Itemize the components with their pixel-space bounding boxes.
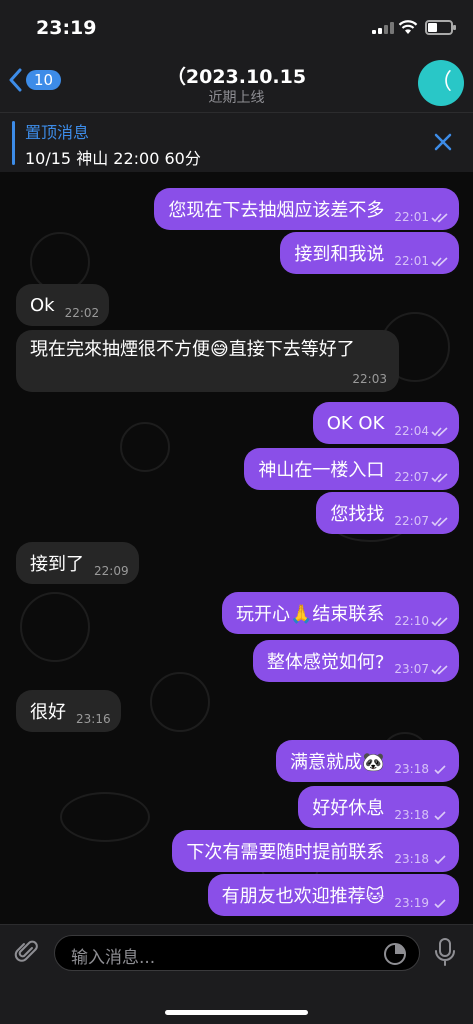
wifi-icon <box>398 20 418 34</box>
message-time: 22:01 <box>394 210 429 224</box>
double-check-icon <box>431 616 448 626</box>
microphone-icon[interactable] <box>434 937 456 967</box>
outgoing-message[interactable]: 满意就成🐼 23:18 <box>275 740 459 782</box>
pinned-indicator <box>12 121 15 165</box>
status-bar: 23:19 <box>0 0 473 54</box>
message-time: 22:03 <box>352 372 387 386</box>
message-meta: 23:19 <box>394 896 449 910</box>
chevron-left-icon <box>9 68 22 92</box>
outgoing-message[interactable]: 下次有需要随时提前联系 23:18 <box>172 830 459 872</box>
outgoing-message[interactable]: 神山在一楼入口 22:07 <box>244 448 459 490</box>
outgoing-message[interactable]: OK OK 22:04 <box>312 402 459 444</box>
cellular-signal-icon <box>372 22 394 34</box>
clock: 23:19 <box>36 17 97 39</box>
message-text: 現在完來抽煙很不方便😅直接下去等好了 <box>30 339 355 360</box>
last-seen-status: 近期上线 <box>208 90 265 106</box>
message-time: 22:07 <box>394 514 429 528</box>
message-time: 23:19 <box>394 896 429 910</box>
incoming-message[interactable]: 很好 23:16 <box>16 690 121 732</box>
chat-title[interactable]: （2023.10.15 <box>0 62 473 89</box>
chat-header: （2023.10.15 近期上线 10 （ <box>0 54 473 112</box>
check-icon <box>434 898 446 908</box>
message-time: 22:04 <box>394 424 429 438</box>
incoming-message[interactable]: 接到了 22:09 <box>16 542 139 584</box>
message-input-placeholder: 输入消息... <box>71 948 156 968</box>
message-text: 接到了 <box>30 554 84 575</box>
back-button[interactable]: 10 <box>8 68 62 92</box>
message-meta: 22:07 <box>394 514 449 528</box>
chat-background: 您现在下去抽烟应该差不多 22:01 接到和我说 22:01 Ok 22:02 … <box>0 172 473 924</box>
outgoing-message[interactable]: 您找找 22:07 <box>316 492 459 534</box>
message-meta: 22:04 <box>394 424 449 438</box>
message-time: 22:01 <box>394 254 429 268</box>
close-icon[interactable] <box>432 131 454 153</box>
home-indicator <box>165 1010 308 1015</box>
message-text: Ok <box>30 294 55 316</box>
outgoing-message[interactable]: 您现在下去抽烟应该差不多 22:01 <box>154 188 459 230</box>
attachment-icon[interactable] <box>14 939 40 965</box>
message-time: 23:16 <box>76 712 111 726</box>
message-text: 玩开心🙏结束联系 <box>235 604 385 625</box>
message-time: 23:18 <box>394 808 429 822</box>
outgoing-message[interactable]: 好好休息 23:18 <box>298 786 459 828</box>
message-text: 神山在一楼入口 <box>258 460 385 481</box>
message-text: 有朋友也欢迎推荐🐱 <box>221 886 385 907</box>
message-text: 好好休息 <box>312 798 385 819</box>
message-text: 您找找 <box>330 504 385 525</box>
message-meta: 22:01 <box>394 210 449 224</box>
pinned-message[interactable]: 置顶消息 10/15 神山 22:00 60分 <box>0 112 473 172</box>
message-time: 22:09 <box>94 564 129 578</box>
message-time: 22:02 <box>64 306 100 320</box>
outgoing-message[interactable]: 有朋友也欢迎推荐🐱 23:19 <box>207 874 459 916</box>
message-time: 22:10 <box>394 614 429 628</box>
message-meta: 22:07 <box>394 470 449 484</box>
message-text: 下次有需要随时提前联系 <box>186 842 385 863</box>
battery-icon <box>425 20 456 35</box>
message-composer: 输入消息... <box>0 924 473 1024</box>
message-text: OK OK <box>326 412 385 434</box>
message-meta: 23:18 <box>394 852 449 866</box>
double-check-icon <box>431 212 448 222</box>
check-icon <box>434 764 446 774</box>
message-text: 您现在下去抽烟应该差不多 <box>168 200 385 221</box>
outgoing-message[interactable]: 接到和我说 22:01 <box>280 232 459 274</box>
message-text: 接到和我说 <box>294 244 385 265</box>
incoming-message[interactable]: Ok 22:02 <box>16 284 110 326</box>
unread-count-badge: 10 <box>26 70 62 90</box>
avatar[interactable]: （ <box>418 60 464 106</box>
double-check-icon <box>431 426 448 436</box>
outgoing-message[interactable]: 整体感觉如何? 23:07 <box>252 640 459 682</box>
message-meta: 23:07 <box>394 662 449 676</box>
check-icon <box>434 810 446 820</box>
message-time: 22:07 <box>394 470 429 484</box>
double-check-icon <box>431 256 448 266</box>
message-time: 23:07 <box>394 662 429 676</box>
check-icon <box>434 854 446 864</box>
double-check-icon <box>431 472 448 482</box>
message-time: 23:18 <box>394 762 429 776</box>
message-input[interactable]: 输入消息... <box>54 935 420 971</box>
incoming-message[interactable]: 現在完來抽煙很不方便😅直接下去等好了 22:03 <box>16 330 399 392</box>
pinned-text: 10/15 神山 22:00 60分 <box>25 149 201 168</box>
message-time: 23:18 <box>394 852 429 866</box>
message-meta: 22:01 <box>394 254 449 268</box>
outgoing-message[interactable]: 玩开心🙏结束联系 22:10 <box>221 592 459 634</box>
message-text: 满意就成🐼 <box>289 752 385 773</box>
double-check-icon <box>431 516 448 526</box>
message-text: 很好 <box>30 702 66 723</box>
pinned-title: 置顶消息 <box>25 123 90 142</box>
message-meta: 23:18 <box>394 762 449 776</box>
message-text: 整体感觉如何? <box>266 652 385 673</box>
sticker-icon[interactable] <box>383 942 407 966</box>
message-meta: 22:10 <box>394 614 449 628</box>
message-meta: 23:18 <box>394 808 449 822</box>
double-check-icon <box>431 664 448 674</box>
